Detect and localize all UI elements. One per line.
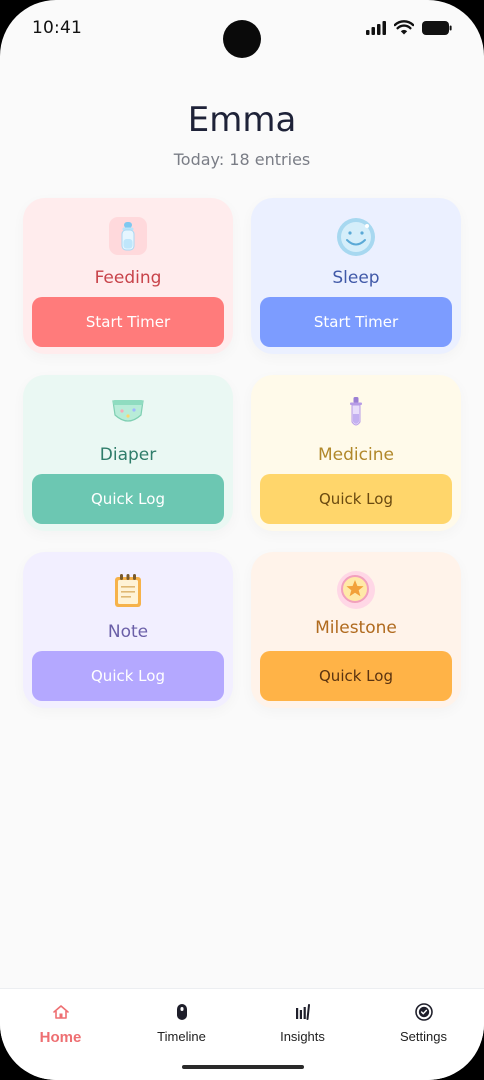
insights-icon	[295, 1001, 311, 1023]
nav-label-insights: Insights	[280, 1029, 325, 1044]
nav-tab-timeline[interactable]: Timeline	[121, 989, 242, 1059]
diaper-card: Diaper Quick Log	[23, 375, 233, 531]
milestone-label: Milestone	[315, 618, 397, 638]
note-label: Note	[107, 622, 149, 642]
nav-tab-settings[interactable]: Settings	[363, 989, 484, 1059]
medicine-card: Medicine Quick Log	[251, 375, 461, 531]
front-camera	[223, 20, 261, 58]
sleep-start-timer-button[interactable]: Start Timer	[260, 297, 452, 347]
moon-icon	[251, 216, 461, 258]
notepad-icon	[23, 574, 233, 608]
battery-icon	[422, 20, 452, 35]
diaper-quick-log-button[interactable]: Quick Log	[32, 474, 224, 524]
medicine-label: Medicine	[318, 445, 394, 465]
note-quick-log-button[interactable]: Quick Log	[32, 651, 224, 701]
phone-screen: 10:41 Emma Today: 18 entries Feeding Sta…	[0, 0, 484, 1080]
feeding-card: Feeding Start Timer	[23, 198, 233, 354]
diaper-label: Diaper	[99, 445, 157, 465]
nav-label-settings: Settings	[400, 1029, 447, 1044]
diaper-icon	[23, 397, 233, 427]
sleep-card: Sleep Start Timer	[251, 198, 461, 354]
status-icons	[366, 20, 452, 35]
nav-label-timeline: Timeline	[157, 1029, 206, 1044]
feeding-label: Feeding	[94, 268, 162, 288]
note-card: Note Quick Log	[23, 552, 233, 708]
signal-icon	[366, 20, 386, 35]
medicine-dropper-icon	[251, 397, 461, 429]
timeline-icon	[176, 1001, 188, 1023]
home-indicator	[182, 1065, 304, 1069]
nav-tab-insights[interactable]: Insights	[242, 989, 363, 1059]
nav-label-home: Home	[39, 1029, 82, 1046]
sleep-label: Sleep	[332, 268, 380, 288]
home-icon	[52, 1001, 70, 1023]
wifi-icon	[394, 20, 414, 35]
settings-icon	[414, 1001, 433, 1023]
milestone-quick-log-button[interactable]: Quick Log	[260, 651, 452, 701]
status-time: 10:41	[32, 18, 82, 38]
child-name: Emma	[187, 100, 297, 140]
baby-bottle-icon	[23, 216, 233, 256]
medicine-quick-log-button[interactable]: Quick Log	[260, 474, 452, 524]
milestone-card: Milestone Quick Log	[251, 552, 461, 708]
milestone-star-icon	[251, 570, 461, 610]
status-bar: 10:41	[0, 0, 484, 60]
feeding-start-timer-button[interactable]: Start Timer	[32, 297, 224, 347]
nav-tab-home[interactable]: Home	[0, 989, 121, 1059]
entries-summary: Today: 18 entries	[173, 150, 311, 169]
